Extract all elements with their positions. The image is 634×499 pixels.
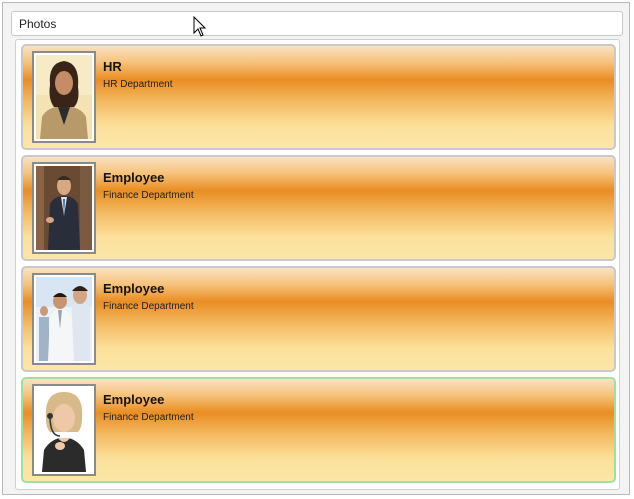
photo-card-hr[interactable]: HR HR Department — [21, 44, 616, 150]
man-suit-photo — [36, 166, 92, 250]
photos-header: Photos — [11, 11, 623, 36]
photo-card-employee-1[interactable]: Employee Finance Department — [21, 155, 616, 261]
photo-card-employee-2[interactable]: Employee Finance Department — [21, 266, 616, 372]
card-name: HR — [103, 59, 122, 74]
mouse-pointer-icon — [193, 16, 207, 37]
card-department: Finance Department — [103, 301, 194, 312]
photo-frame — [32, 162, 96, 254]
card-name: Employee — [103, 392, 165, 407]
card-department: Finance Department — [103, 190, 194, 201]
photo-frame — [32, 384, 96, 476]
card-name: Employee — [103, 281, 165, 296]
woman-portrait-photo — [36, 55, 92, 139]
photo-card-employee-3[interactable]: Employee Finance Department — [21, 377, 616, 483]
office-group-photo — [36, 277, 92, 361]
photos-window: Photos HR HR Department Employee Finance… — [2, 2, 630, 495]
card-name: Employee — [103, 170, 165, 185]
card-department: Finance Department — [103, 412, 194, 423]
photo-frame — [32, 51, 96, 143]
photo-frame — [32, 273, 96, 365]
woman-headset-photo — [36, 388, 92, 472]
card-department: HR Department — [103, 79, 173, 90]
photo-list[interactable]: HR HR Department Employee Finance Depart… — [15, 39, 620, 490]
header-title: Photos — [19, 17, 57, 31]
